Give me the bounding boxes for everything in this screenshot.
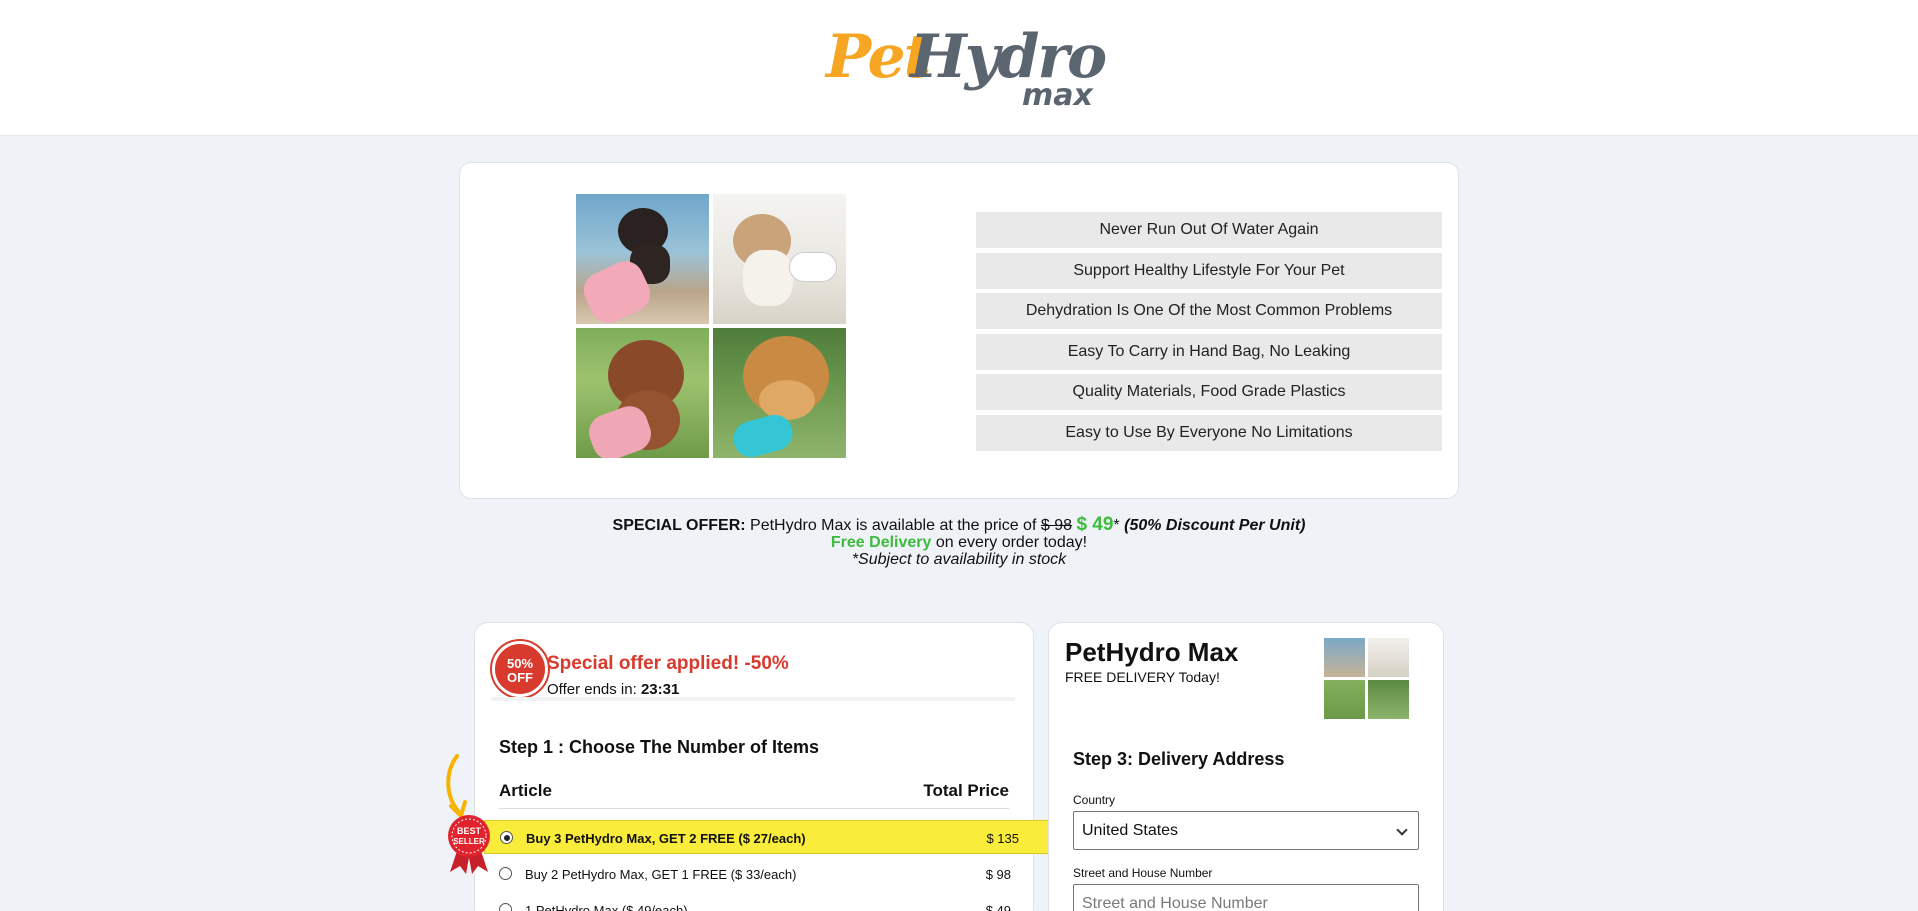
curved-arrow-icon [446, 754, 467, 818]
badge-off: OFF [507, 670, 533, 685]
radio-button[interactable] [499, 867, 512, 880]
country-label: Country [1073, 793, 1116, 807]
offer-ends-label: Offer ends in: [547, 681, 637, 698]
option-price: $ 98 [985, 867, 1011, 882]
logo-max-text: max [1022, 78, 1093, 113]
column-header-article: Article [499, 781, 552, 800]
special-offer-text: SPECIAL OFFER: PetHydro Max is available… [459, 514, 1459, 568]
feature-item: Never Run Out Of Water Again [976, 212, 1442, 248]
feature-item: Support Healthy Lifestyle For Your Pet [976, 252, 1442, 289]
photo-golden-retriever-drinking [713, 328, 846, 458]
option-label: Buy 2 PetHydro Max, GET 1 FREE ($ 33/eac… [525, 867, 797, 882]
svg-text:SELLER: SELLER [453, 837, 485, 846]
countdown-timer: 23:31 [640, 681, 680, 698]
photo-chihuahua-drinking [576, 194, 709, 324]
quantity-option-buy2-get1[interactable]: Buy 2 PetHydro Max, GET 1 FREE ($ 33/eac… [475, 857, 1035, 891]
discount-note: (50% Discount Per Unit) [1124, 517, 1306, 534]
offer-countdown: Offer ends in: 23:31 [547, 681, 679, 698]
best-seller-ribbon-icon: BEST SELLER [448, 815, 490, 874]
divider [499, 808, 1009, 809]
free-delivery-today: FREE DELIVERY Today! [1065, 669, 1220, 685]
quantity-option-buy3-get2[interactable]: Buy 3 PetHydro Max, GET 2 FREE ($ 27/eac… [484, 820, 1054, 854]
street-input[interactable] [1073, 884, 1419, 911]
country-value: United States [1082, 822, 1179, 839]
thumbnail-image [1368, 638, 1409, 677]
chevron-down-icon [1396, 824, 1408, 836]
feature-item: Dehydration Is One Of the Most Common Pr… [976, 293, 1442, 329]
divider [491, 697, 1015, 701]
svg-text:BEST: BEST [457, 826, 482, 836]
photo-poodle-drinking [576, 328, 709, 458]
fifty-percent-off-badge: 50% OFF [492, 641, 548, 697]
hero-card: Never Run Out Of Water Again Support Hea… [459, 162, 1459, 499]
option-price: $ 49 [985, 903, 1011, 911]
step1-title: Step 1 : Choose The Number of Items [499, 737, 820, 757]
option-price: $ 135 [986, 831, 1019, 846]
product-thumbnail-collage [1324, 638, 1410, 720]
offer-description: PetHydro Max is available at the price o… [750, 517, 1037, 534]
badge-percent: 50% [506, 656, 534, 671]
feature-list: Never Run Out Of Water Again Support Hea… [976, 212, 1442, 455]
thumbnail-image [1324, 680, 1365, 719]
option-label: 1 PetHydro Max ($ 49/each) [525, 903, 688, 911]
special-offer-applied: Special offer applied! -50% [547, 653, 789, 674]
feature-item: Quality Materials, Food Grade Plastics [976, 374, 1442, 410]
free-delivery-text: on every order today! [935, 534, 1088, 551]
new-price: $ 49 [1076, 514, 1114, 535]
photo-papillon-drinking [713, 194, 846, 324]
step3-title: Step 3: Delivery Address [1073, 749, 1285, 769]
country-select[interactable]: United States [1073, 811, 1419, 850]
thumbnail-image [1368, 680, 1409, 719]
feature-item: Easy To Carry in Hand Bag, No Leaking [976, 333, 1442, 370]
column-header-total-price: Total Price [923, 781, 1009, 800]
availability-note: *Subject to availability in stock [851, 551, 1067, 568]
option-label: Buy 3 PetHydro Max, GET 2 FREE ($ 27/eac… [526, 831, 806, 846]
radio-button[interactable] [499, 903, 512, 911]
radio-button-selected[interactable] [500, 831, 513, 844]
pethydro-logo[interactable]: Pet Hydro max [826, 22, 1107, 113]
feature-item: Easy to Use By Everyone No Limitations [976, 414, 1442, 451]
free-delivery-label: Free Delivery [830, 534, 932, 551]
step1-panel: 50% OFF Special offer applied! -50% Offe… [474, 622, 1054, 911]
old-price: $ 98 [1040, 517, 1072, 534]
price-asterisk: * [1113, 517, 1120, 534]
special-offer-label: SPECIAL OFFER: [612, 517, 746, 534]
step3-panel: PetHydro Max FREE DELIVERY Today! Step 3… [1048, 622, 1444, 911]
street-label: Street and House Number [1073, 866, 1213, 880]
quantity-option-single[interactable]: 1 PetHydro Max ($ 49/each) $ 49 [475, 893, 1035, 911]
site-header: Pet Hydro max [0, 0, 1918, 136]
product-photo-collage [576, 194, 847, 458]
thumbnail-image [1324, 638, 1365, 677]
product-title: PetHydro Max [1065, 637, 1239, 667]
